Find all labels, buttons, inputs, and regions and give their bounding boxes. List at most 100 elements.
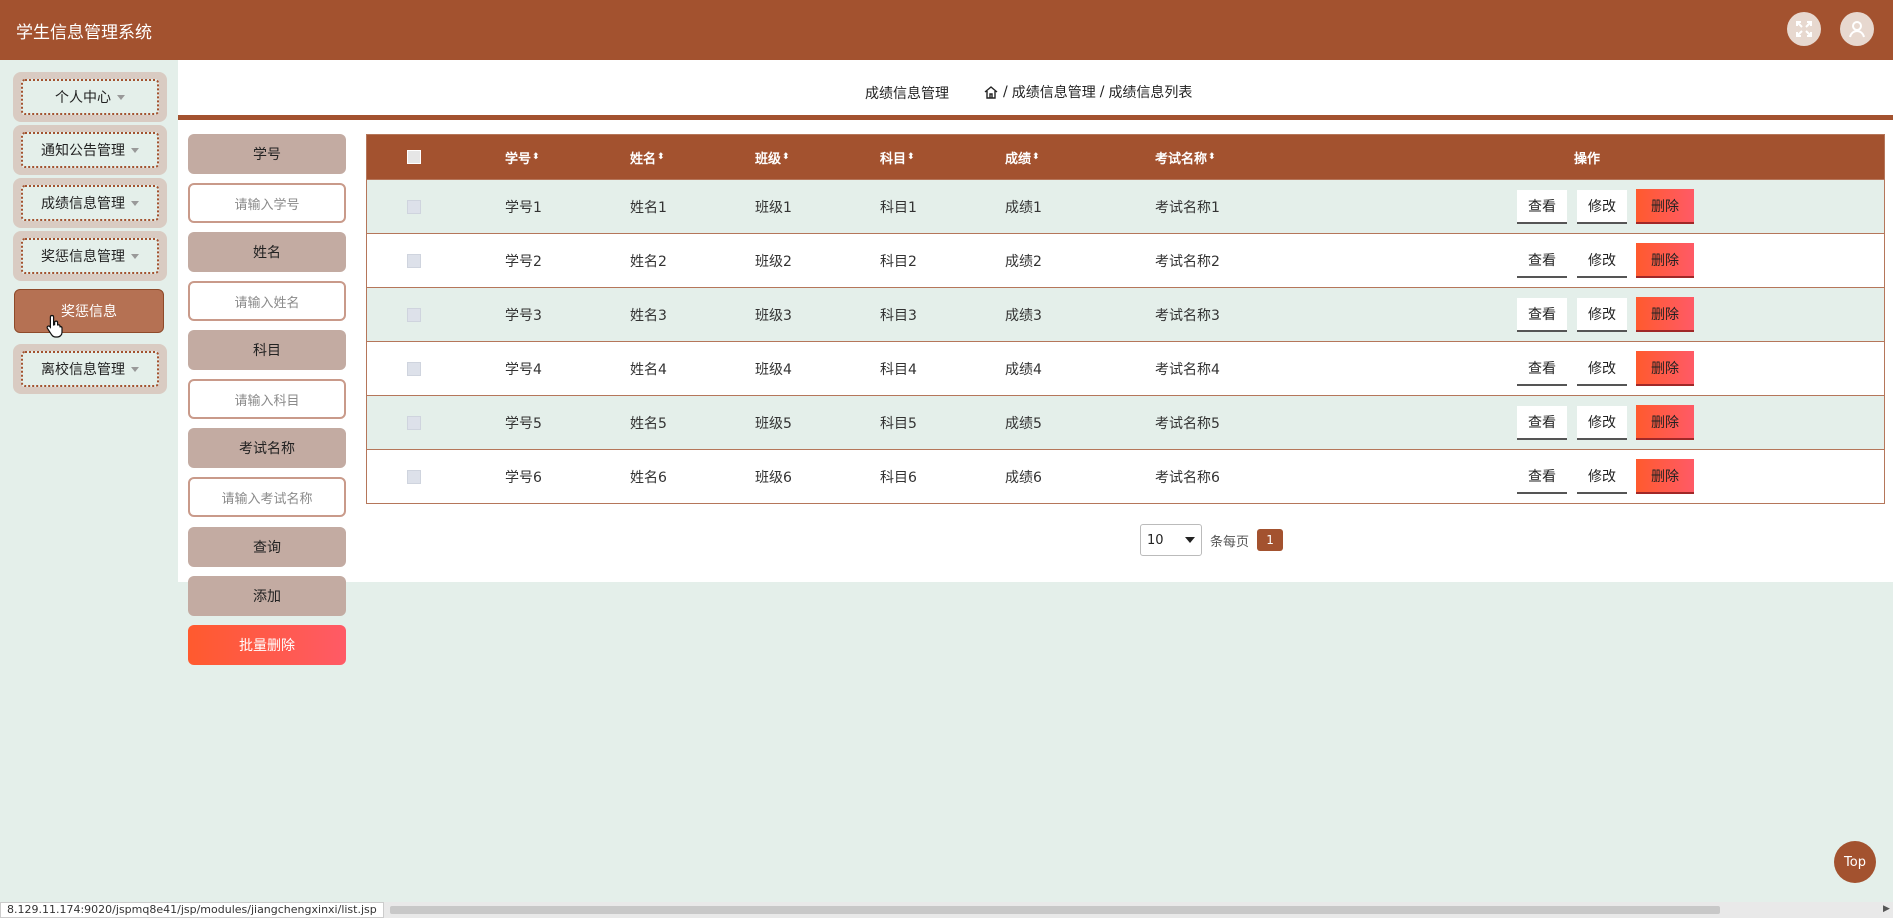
column-header-exam-name[interactable]: 考试名称 ⬍ — [1155, 135, 1216, 179]
view-button[interactable]: 查看 — [1517, 298, 1567, 332]
add-button[interactable]: 添加 — [188, 576, 346, 616]
name-input[interactable]: 请输入姓名 — [188, 281, 346, 321]
breadcrumb-separator: / — [1003, 84, 1008, 100]
page-number-current[interactable]: 1 — [1257, 529, 1284, 551]
subject-label: 科目 — [188, 330, 346, 370]
header-label: 操作 — [1574, 151, 1601, 167]
cell-name: 姓名2 — [630, 253, 667, 270]
row-checkbox[interactable] — [407, 469, 421, 484]
edit-button[interactable]: 修改 — [1577, 352, 1627, 386]
row-checkbox[interactable] — [407, 415, 421, 430]
column-header-name[interactable]: 姓名 ⬍ — [630, 135, 665, 179]
cell-score: 成绩1 — [1005, 199, 1042, 216]
exam-name-input[interactable]: 请输入考试名称 — [188, 477, 346, 517]
column-header-score[interactable]: 成绩 ⬍ — [1005, 135, 1040, 179]
row-select-cell — [407, 180, 421, 233]
cell-name: 姓名5 — [630, 415, 667, 432]
cell-subject: 科目2 — [880, 253, 917, 270]
cell-student-no: 学号5 — [505, 415, 542, 432]
sidebar-subitem-reward-info[interactable]: 奖惩信息 — [14, 289, 164, 333]
row-checkbox[interactable] — [407, 361, 421, 376]
sidebar-item-notice-management[interactable]: 通知公告管理 — [21, 132, 159, 168]
sort-icon: ⬍ — [907, 152, 915, 162]
edit-button[interactable]: 修改 — [1577, 406, 1627, 440]
column-header-subject[interactable]: 科目 ⬍ — [880, 135, 915, 179]
score-table: 学号 ⬍ 姓名 ⬍ 班级 ⬍ 科目 ⬍ 成绩 ⬍ 考试名称 ⬍ 操作 学号1 姓名1 班级1 科目… — [366, 134, 1885, 504]
row-checkbox[interactable] — [407, 307, 421, 322]
caret-down-icon — [131, 366, 139, 372]
delete-button[interactable]: 删除 — [1636, 459, 1694, 494]
sidebar-item-score-management[interactable]: 成绩信息管理 — [21, 185, 159, 221]
cell-score: 成绩4 — [1005, 361, 1042, 378]
cell-exam: 考试名称6 — [1155, 469, 1220, 486]
cell-exam: 考试名称2 — [1155, 253, 1220, 270]
edit-button[interactable]: 修改 — [1577, 244, 1627, 278]
delete-button[interactable]: 删除 — [1636, 351, 1694, 386]
status-url: 8.129.11.174:9020/jspmq8e41/jsp/modules/… — [0, 902, 384, 918]
student-no-input[interactable]: 请输入学号 — [188, 183, 346, 223]
name-label: 姓名 — [188, 232, 346, 272]
user-icon[interactable] — [1840, 12, 1874, 46]
cell-subject: 科目6 — [880, 469, 917, 486]
select-all-checkbox[interactable] — [407, 150, 421, 164]
row-checkbox[interactable] — [407, 253, 421, 268]
view-button[interactable]: 查看 — [1517, 406, 1567, 440]
home-icon[interactable] — [983, 84, 999, 100]
header-label: 成绩 — [1005, 151, 1032, 167]
sort-icon: ⬍ — [1032, 152, 1040, 162]
edit-button[interactable]: 修改 — [1577, 298, 1627, 332]
edit-button[interactable]: 修改 — [1577, 460, 1627, 494]
sort-icon: ⬍ — [1208, 152, 1216, 162]
cell-subject: 科目4 — [880, 361, 917, 378]
cell-subject: 科目5 — [880, 415, 917, 432]
delete-button[interactable]: 删除 — [1636, 405, 1694, 440]
edit-button[interactable]: 修改 — [1577, 190, 1627, 224]
back-to-top-button[interactable]: Top — [1834, 841, 1876, 883]
sort-icon: ⬍ — [782, 152, 790, 162]
view-button[interactable]: 查看 — [1517, 352, 1567, 386]
page-size-value: 10 — [1147, 532, 1164, 548]
row-checkbox[interactable] — [407, 199, 421, 214]
cell-student-no: 学号6 — [505, 469, 542, 486]
cell-student-no: 学号2 — [505, 253, 542, 270]
cell-exam: 考试名称1 — [1155, 199, 1220, 216]
delete-button[interactable]: 删除 — [1636, 189, 1694, 224]
column-header-class[interactable]: 班级 ⬍ — [755, 135, 790, 179]
scroll-right-arrow-icon[interactable]: ▶ — [1883, 904, 1890, 914]
caret-down-icon — [131, 253, 139, 259]
page-size-select[interactable]: 10 — [1140, 524, 1202, 556]
view-button[interactable]: 查看 — [1517, 244, 1567, 278]
sidebar: 个人中心 通知公告管理 成绩信息管理 奖惩信息管理 奖惩信息 离校信息管理 — [0, 60, 178, 904]
table-row: 学号3 姓名3 班级3 科目3 成绩3 考试名称3 查看 修改 删除 — [367, 287, 1884, 341]
sidebar-item-label: 离校信息管理 — [41, 362, 125, 378]
delete-button[interactable]: 删除 — [1636, 243, 1694, 278]
cell-subject: 科目1 — [880, 199, 917, 216]
breadcrumb-item-current: 成绩信息列表 — [1108, 85, 1193, 101]
sidebar-item-label: 个人中心 — [55, 90, 111, 106]
query-button[interactable]: 查询 — [188, 527, 346, 567]
row-select-cell — [407, 396, 421, 449]
cell-class: 班级2 — [755, 253, 792, 270]
fullscreen-icon[interactable] — [1787, 12, 1821, 46]
breadcrumb-item[interactable]: 成绩信息管理 — [1012, 82, 1096, 102]
column-header-operations: 操作 — [1574, 135, 1600, 179]
view-button[interactable]: 查看 — [1517, 190, 1567, 224]
view-button[interactable]: 查看 — [1517, 460, 1567, 494]
row-select-cell — [407, 450, 421, 503]
cell-score: 成绩6 — [1005, 469, 1042, 486]
batch-delete-button[interactable]: 批量删除 — [188, 625, 346, 665]
column-header-student-no[interactable]: 学号 ⬍ — [505, 135, 540, 179]
cell-name: 姓名6 — [630, 469, 667, 486]
pagination: 10 条每页 1 — [1140, 524, 1284, 556]
breadcrumb-bar: 成绩信息管理 / 成绩信息管理 / 成绩信息列表 — [178, 60, 1893, 120]
sidebar-item-personal-center[interactable]: 个人中心 — [21, 79, 159, 115]
table-row: 学号5 姓名5 班级5 科目5 成绩5 考试名称5 查看 修改 删除 — [367, 395, 1884, 449]
sidebar-item-leave-management[interactable]: 离校信息管理 — [21, 351, 159, 387]
caret-down-icon — [117, 94, 125, 100]
delete-button[interactable]: 删除 — [1636, 297, 1694, 332]
main-content: 成绩信息管理 / 成绩信息管理 / 成绩信息列表 学号 请输入学号 姓名 请输入… — [178, 60, 1893, 665]
subject-input[interactable]: 请输入科目 — [188, 379, 346, 419]
sidebar-item-reward-management[interactable]: 奖惩信息管理 — [21, 238, 159, 274]
scrollbar-thumb[interactable] — [390, 906, 1720, 914]
sidebar-item-label: 成绩信息管理 — [41, 196, 125, 212]
